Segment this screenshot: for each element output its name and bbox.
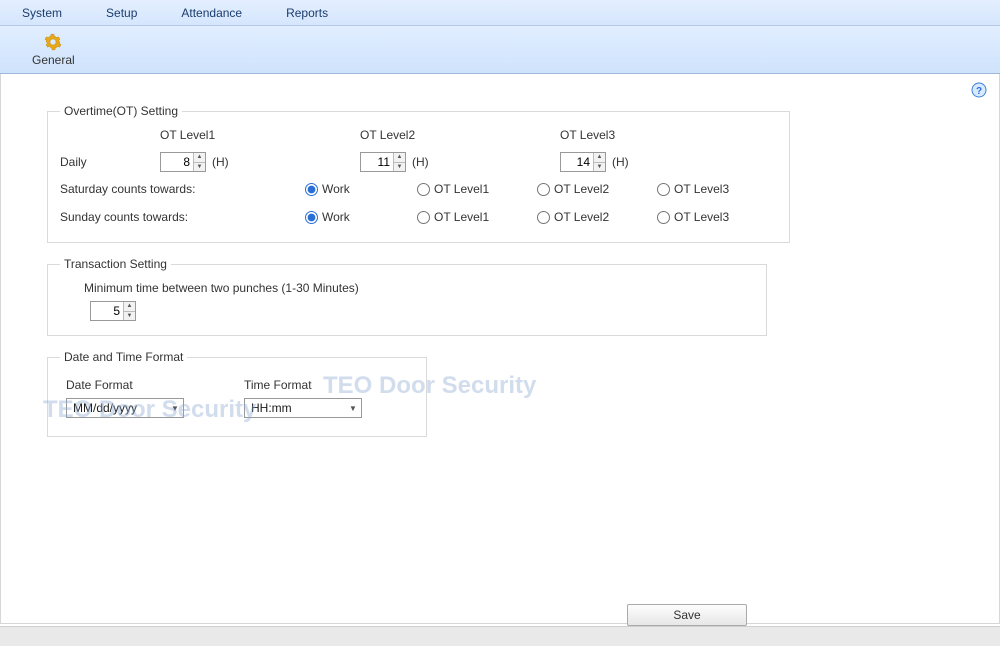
gear-icon — [44, 33, 62, 51]
datetime-fieldset: Date and Time Format Date Format MM/dd/y… — [47, 350, 427, 437]
content-panel: ? Overtime(OT) Setting OT Level1 OT Leve… — [0, 74, 1000, 624]
sunday-work[interactable]: Work — [305, 210, 417, 224]
help-icon[interactable]: ? — [971, 82, 987, 98]
overtime-fieldset: Overtime(OT) Setting OT Level1 OT Level2… — [47, 104, 790, 243]
time-format-combo[interactable]: HH:mm ▼ — [244, 398, 362, 418]
general-label: General — [32, 53, 75, 67]
ot-level3-input[interactable] — [561, 153, 593, 171]
chevron-down-icon: ▼ — [345, 404, 361, 413]
min-time-input[interactable] — [91, 302, 123, 320]
spin-down-icon[interactable]: ▼ — [594, 163, 605, 172]
save-button[interactable]: Save — [627, 604, 747, 626]
spin-up-icon[interactable]: ▲ — [194, 153, 205, 163]
menu-setup[interactable]: Setup — [102, 2, 157, 24]
unit-label: (H) — [212, 155, 229, 169]
spin-up-icon[interactable]: ▲ — [594, 153, 605, 163]
chevron-down-icon: ▼ — [167, 404, 183, 413]
date-format-value: MM/dd/yyyy — [73, 401, 137, 415]
saturday-ot3[interactable]: OT Level3 — [657, 182, 777, 196]
sunday-ot2[interactable]: OT Level2 — [537, 210, 657, 224]
daily-label: Daily — [60, 155, 160, 169]
ot-level1-spinner[interactable]: ▲▼ — [160, 152, 206, 172]
spin-up-icon[interactable]: ▲ — [394, 153, 405, 163]
saturday-label: Saturday counts towards: — [60, 182, 305, 196]
overtime-legend: Overtime(OT) Setting — [60, 104, 182, 118]
sunday-ot3[interactable]: OT Level3 — [657, 210, 777, 224]
time-format-label: Time Format — [244, 378, 362, 392]
transaction-legend: Transaction Setting — [60, 257, 171, 271]
unit-label: (H) — [612, 155, 629, 169]
unit-label: (H) — [412, 155, 429, 169]
ot-level1-input[interactable] — [161, 153, 193, 171]
ot-header-2: OT Level2 — [360, 128, 560, 142]
spin-down-icon[interactable]: ▼ — [194, 163, 205, 172]
datetime-legend: Date and Time Format — [60, 350, 187, 364]
statusbar — [0, 626, 1000, 646]
sunday-ot1[interactable]: OT Level1 — [417, 210, 537, 224]
time-format-value: HH:mm — [251, 401, 292, 415]
transaction-label: Minimum time between two punches (1-30 M… — [60, 281, 754, 295]
spin-up-icon[interactable]: ▲ — [124, 302, 135, 312]
spin-down-icon[interactable]: ▼ — [124, 312, 135, 321]
general-button[interactable]: General — [32, 33, 75, 67]
sunday-label: Sunday counts towards: — [60, 210, 305, 224]
ot-level3-spinner[interactable]: ▲▼ — [560, 152, 606, 172]
ot-level2-spinner[interactable]: ▲▼ — [360, 152, 406, 172]
date-format-combo[interactable]: MM/dd/yyyy ▼ — [66, 398, 184, 418]
menu-reports[interactable]: Reports — [282, 2, 348, 24]
transaction-fieldset: Transaction Setting Minimum time between… — [47, 257, 767, 336]
svg-text:?: ? — [976, 86, 982, 97]
saturday-ot1[interactable]: OT Level1 — [417, 182, 537, 196]
toolbar: General — [0, 26, 1000, 74]
ot-header-3: OT Level3 — [560, 128, 760, 142]
saturday-ot2[interactable]: OT Level2 — [537, 182, 657, 196]
menubar: System Setup Attendance Reports — [0, 0, 1000, 26]
spin-down-icon[interactable]: ▼ — [394, 163, 405, 172]
ot-level2-input[interactable] — [361, 153, 393, 171]
ot-header-1: OT Level1 — [160, 128, 360, 142]
min-time-spinner[interactable]: ▲▼ — [90, 301, 136, 321]
date-format-label: Date Format — [66, 378, 184, 392]
menu-system[interactable]: System — [18, 2, 82, 24]
menu-attendance[interactable]: Attendance — [177, 2, 262, 24]
saturday-work[interactable]: Work — [305, 182, 417, 196]
